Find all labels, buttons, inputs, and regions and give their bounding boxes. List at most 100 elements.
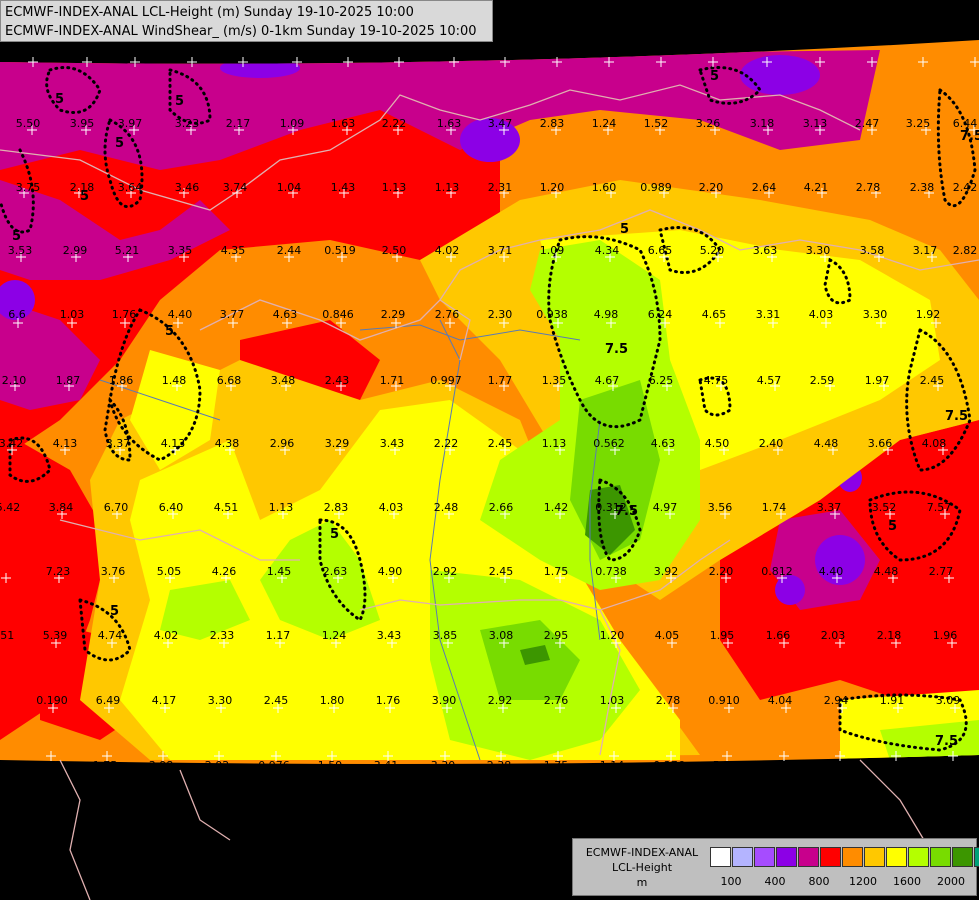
lcl-value: 6.68 [216, 374, 242, 387]
lcl-value: 1.20 [539, 181, 565, 194]
lcl-value: 1.75 [543, 565, 569, 578]
lcl-value: 1.48 [161, 374, 187, 387]
legend-swatch [886, 847, 907, 867]
lcl-value: 6.70 [103, 501, 129, 514]
lcl-value: 3.35 [167, 244, 193, 257]
lcl-value: 1.86 [108, 374, 134, 387]
lcl-value: 2.09 [36, 759, 62, 772]
lcl-value: 4.50 [704, 437, 730, 450]
lcl-value: 3.76 [100, 565, 126, 578]
lcl-value: 1.66 [765, 629, 791, 642]
lcl-value: 4.63 [272, 308, 298, 321]
legend-swatch [930, 847, 951, 867]
lcl-value: 1.52 [643, 117, 669, 130]
lcl-value: 3.25 [905, 117, 931, 130]
contour-label: 5 [620, 222, 629, 237]
lcl-value: 2.78 [855, 181, 881, 194]
lcl-value: 2.18 [876, 629, 902, 642]
legend-tick-label: 1600 [893, 875, 921, 888]
lcl-value: 0.846 [322, 308, 354, 321]
lcl-value: 3.30 [207, 694, 233, 707]
contour-label: 5 [110, 604, 119, 619]
lcl-value: 2.45 [488, 565, 514, 578]
lcl-value: 2.31 [487, 181, 513, 194]
lcl-value: 3.75 [15, 181, 41, 194]
lcl-value: 1.87 [55, 374, 81, 387]
lcl-value: 4.98 [593, 308, 619, 321]
lcl-value: 3.47 [487, 117, 513, 130]
lcl-value: 2.50 [381, 244, 407, 257]
lcl-value: 4.35 [220, 244, 246, 257]
lcl-value: 4.17 [151, 694, 177, 707]
legend-swatch [820, 847, 841, 867]
lcl-value: 2.96 [269, 437, 295, 450]
lcl-value: 0.519 [324, 244, 356, 257]
lcl-value: 5.20 [699, 244, 725, 257]
lcl-value: 1.45 [266, 565, 292, 578]
legend-tick-label: 100 [720, 875, 742, 888]
contour-label: 5 [115, 136, 124, 151]
lcl-value: 5.27 [712, 759, 738, 772]
lcl-value: 6.24 [647, 308, 673, 321]
lcl-value: 3.74 [222, 181, 248, 194]
contour-label: 5 [55, 92, 64, 107]
lcl-value: 5.21 [114, 244, 140, 257]
lcl-value: 2.03 [820, 629, 846, 642]
color-legend: ECMWF-INDEX-ANAL LCL-Height m 100 400 800 1… [572, 838, 979, 896]
lcl-value: 2.42 [952, 181, 978, 194]
lcl-value: 1.09 [539, 244, 565, 257]
lcl-value: 6.65 [647, 244, 673, 257]
lcl-value: 2.45 [919, 374, 945, 387]
lcl-value: 2.20 [708, 565, 734, 578]
contour-label: 7.5 [935, 734, 958, 749]
lcl-value: 1.96 [932, 629, 958, 642]
lcl-value: 3.29 [324, 437, 350, 450]
lcl-value: 2.38 [909, 181, 935, 194]
lcl-value: 3.13 [802, 117, 828, 130]
lcl-value: 4.34 [594, 244, 620, 257]
lcl-value: 2.83 [539, 117, 565, 130]
legend-swatch [908, 847, 929, 867]
legend-field: LCL-Height [611, 861, 673, 874]
lcl-value: 1.80 [319, 694, 345, 707]
lcl-value: 4.03 [808, 308, 834, 321]
lcl-value: 3.31 [755, 308, 781, 321]
lcl-value: 2.33 [209, 629, 235, 642]
lcl-value: 1.13 [381, 181, 407, 194]
lcl-value: 3.53 [7, 244, 33, 257]
lcl-value: 3.56 [707, 501, 733, 514]
lcl-value: 3.84 [48, 501, 74, 514]
lcl-value: 2.73 [881, 759, 907, 772]
lcl-value: 4.08 [921, 437, 947, 450]
lcl-value: 2.83 [323, 501, 349, 514]
contour-label: 5 [12, 229, 21, 244]
contour-label: 7.5 [945, 409, 968, 424]
contour-label: 5 [888, 519, 897, 534]
lcl-value: 3.42 [0, 437, 24, 450]
lcl-value: 4.97 [652, 501, 678, 514]
lcl-value: 3.30 [862, 308, 888, 321]
lcl-value: 6.6 [8, 308, 26, 321]
lcl-value: 3.92 [653, 565, 679, 578]
lcl-value: 4.67 [594, 374, 620, 387]
lcl-value: 3.48 [270, 374, 296, 387]
lcl-value: 1.77 [487, 374, 513, 387]
lcl-value: 4.40 [818, 565, 844, 578]
lcl-value: 0.562 [593, 437, 625, 450]
lcl-value: 0.989 [640, 181, 672, 194]
map-title-box: ECMWF-INDEX-ANAL LCL-Height (m) Sunday 1… [0, 0, 493, 42]
lcl-value: 2.66 [488, 501, 514, 514]
lcl-value: 1.13 [434, 181, 460, 194]
lcl-value: 1.42 [543, 501, 569, 514]
legend-swatch [952, 847, 973, 867]
lcl-value: 5.39 [42, 629, 68, 642]
lcl-value: 1.97 [864, 374, 890, 387]
lcl-value: 1.74 [761, 501, 787, 514]
lcl-value: 1.76 [375, 694, 401, 707]
lcl-value: 0.976 [258, 759, 290, 772]
lcl-value: 4.74 [97, 629, 123, 642]
lcl-value: 3.63 [752, 244, 778, 257]
lcl-value: 2.22 [381, 117, 407, 130]
lcl-value: 3.18 [749, 117, 775, 130]
lcl-value: 2.95 [543, 629, 569, 642]
